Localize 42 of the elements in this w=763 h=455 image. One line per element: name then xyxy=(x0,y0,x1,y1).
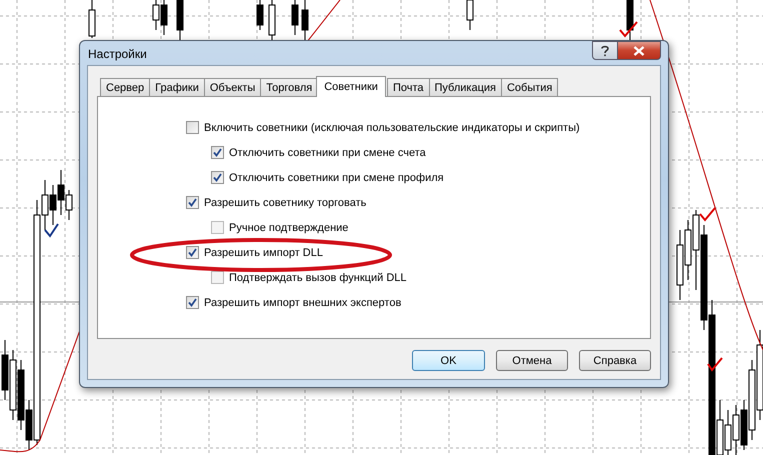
tab[interactable]: Сервер xyxy=(100,78,150,96)
checkbox[interactable] xyxy=(186,121,199,134)
question-mark-icon xyxy=(600,44,610,56)
tab[interactable]: Публикация xyxy=(428,78,502,96)
candlestick xyxy=(88,0,96,38)
checkbox[interactable] xyxy=(186,296,199,309)
checkbox[interactable] xyxy=(211,146,224,159)
dialog-button[interactable]: OK xyxy=(412,350,485,371)
close-icon xyxy=(633,46,645,56)
candlestick xyxy=(466,0,474,30)
checkbox-label: Ручное подтверждение xyxy=(229,222,348,234)
close-button[interactable] xyxy=(618,41,661,60)
candlestick xyxy=(268,0,276,40)
dialog-button[interactable]: Справка xyxy=(579,350,651,371)
help-button[interactable] xyxy=(592,41,618,60)
tab[interactable]: Советники xyxy=(316,76,386,97)
candlestick xyxy=(256,0,264,30)
tab[interactable]: Почта xyxy=(386,78,430,96)
tab[interactable]: Графики xyxy=(149,78,205,96)
dialog-button[interactable]: Отмена xyxy=(496,350,568,371)
check-mark-icon xyxy=(44,223,59,238)
checkbox-label: Отключить советники при смене профиля xyxy=(229,172,444,184)
candlestick xyxy=(626,0,634,40)
tab[interactable]: События xyxy=(500,78,558,96)
checkbox-label: Подтверждать вызов функций DLL xyxy=(229,272,406,284)
checkbox-label: Разрешить импорт внешних экспертов xyxy=(204,296,402,308)
checkbox[interactable] xyxy=(186,196,199,209)
window-title: Настройки xyxy=(88,46,147,61)
checkbox-label: Разрешить советнику торговать xyxy=(204,196,366,208)
candlestick xyxy=(302,0,308,40)
checkbox-label: Отключить советники при смене счета xyxy=(229,146,426,158)
checkbox[interactable] xyxy=(186,246,199,259)
check-mark-icon xyxy=(707,357,723,372)
candlestick xyxy=(176,0,184,40)
candlestick xyxy=(292,0,298,36)
tab[interactable]: Торговля xyxy=(260,78,318,96)
tab[interactable]: Объекты xyxy=(204,78,262,96)
checkbox-label: Включить советники (исключая пользовательские индикаторы и скрипты) xyxy=(204,122,580,134)
checkbox-label: Разрешить импорт DLL xyxy=(204,246,323,258)
check-mark-icon xyxy=(619,21,638,38)
check-mark-icon xyxy=(699,207,716,222)
checkbox[interactable] xyxy=(211,171,224,184)
